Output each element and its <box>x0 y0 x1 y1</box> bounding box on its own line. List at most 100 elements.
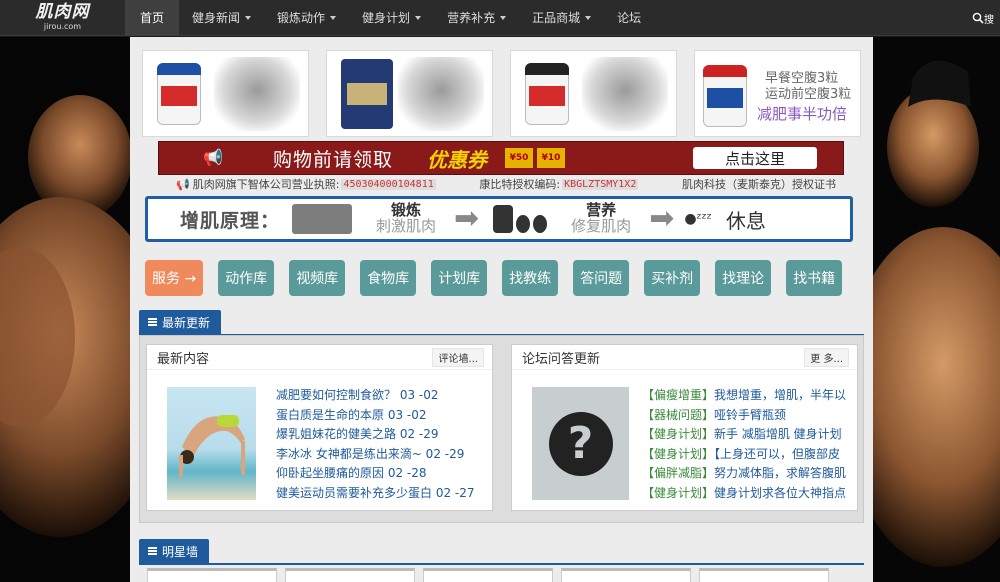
step-sub: 刺激肌肉 <box>376 217 437 235</box>
workout-figures-image <box>292 204 353 234</box>
yoga-photo <box>179 415 245 477</box>
business-licence-link[interactable]: 肌肉网旗下智体公司营业执照: <box>193 176 340 192</box>
product-banner-row: 早餐空腹3粒 运动前空腹3粒 减肥事半功倍 <box>142 50 861 137</box>
muscle-figure-image <box>582 57 668 131</box>
forum-item[interactable]: 【健身计划】【上身还可以，但腹部皮 <box>642 445 846 465</box>
forum-item[interactable]: 【偏胖减脂】努力减体脂，求解答腹肌 <box>642 464 846 484</box>
tag-find-theory[interactable]: 找理论 <box>715 260 772 296</box>
martial-artist-photo-right <box>873 37 1000 582</box>
product-jar-image <box>703 65 747 127</box>
star-wall-tab[interactable]: 明星墙 <box>139 539 210 563</box>
certificate-link[interactable]: 肌肉科技（麦斯泰克）授权证书 <box>682 176 836 192</box>
nav-label: 锻炼动作 <box>277 11 326 25</box>
news-item[interactable]: 蛋白质是生命的本原 03 -02 <box>276 406 475 426</box>
news-item[interactable]: 爆乳姐妹花的健美之路 02 -29 <box>276 425 475 445</box>
news-item[interactable]: 仰卧起坐腰痛的原因 02 -28 <box>276 464 475 484</box>
envelope-icon: ¥10 <box>537 148 566 168</box>
star-card[interactable] <box>699 568 829 582</box>
nav-shop[interactable]: 正品商城 <box>519 0 604 36</box>
product-ad-fat-burner[interactable]: 早餐空腹3粒 运动前空腹3粒 减肥事半功倍 <box>694 50 861 137</box>
product-ad-whey-isolate[interactable] <box>142 50 309 137</box>
forum-title: 我想增重，增肌，半年以 <box>714 388 847 402</box>
sleep-icon: ●ᶻᶻᶻ <box>684 211 712 227</box>
tag-answer-questions[interactable]: 答问题 <box>573 260 630 296</box>
top-navigation: 肌肉网 jirou.com 首页 健身新闻 锻炼动作 健身计划 营养补充 正品商… <box>0 0 1000 36</box>
news-item[interactable]: 李冰冰 女神都是练出来滴~ 02 -29 <box>276 445 475 465</box>
product-ad-mass-gainer[interactable] <box>510 50 677 137</box>
forum-title: 努力减体脂，求解答腹肌 <box>714 466 847 480</box>
tag-video-library[interactable]: 视频库 <box>289 260 346 296</box>
news-item[interactable]: 健美运动员需要补充多少蛋白 02 -27 <box>276 484 475 504</box>
tag-find-coach[interactable]: 找教练 <box>502 260 559 296</box>
product-ad-whey-protein[interactable] <box>326 50 493 137</box>
news-item[interactable]: 减肥要如何控制食欲？ 03 -02 <box>276 386 475 406</box>
envelope-icon: ¥50 <box>505 148 534 168</box>
authorization-label[interactable]: 康比特授权编码: <box>479 176 560 192</box>
panel-title: 论坛问答更新 <box>522 351 601 367</box>
forum-title: 【上身还可以，但腹部皮 <box>714 446 841 461</box>
star-wall-cards <box>147 568 829 582</box>
nav-label: 正品商城 <box>532 11 581 25</box>
star-card[interactable] <box>561 568 691 582</box>
forum-item[interactable]: 【健身计划】健身计划求各位大神指点 <box>642 484 846 504</box>
ad-slogan: 减肥事半功倍 <box>757 105 848 123</box>
main-content: 早餐空腹3粒 运动前空腹3粒 减肥事半功倍 📢 购物前请领取 优惠券 ¥50 ¥… <box>130 37 873 582</box>
search-button[interactable]: 搜 <box>972 0 1000 36</box>
forum-title: 新手 减脂增肌 健身计划 <box>714 427 842 441</box>
forum-thumbnail[interactable]: ? <box>532 387 629 500</box>
forum-category: 【健身计划】 <box>642 485 715 500</box>
section-title: 明星墙 <box>162 544 199 559</box>
site-logo[interactable]: 肌肉网 jirou.com <box>0 0 125 36</box>
chevron-down-icon <box>585 15 592 20</box>
principle-title: 增肌原理： <box>180 209 281 232</box>
tag-find-books[interactable]: 找书籍 <box>786 260 843 296</box>
authorization-code: KBGLZTSMY1X2 <box>562 178 639 190</box>
latest-news-list: 减肥要如何控制食欲？ 03 -02 蛋白质是生命的本原 03 -02 爆乳姐妹花… <box>276 386 475 503</box>
nav-exercises[interactable]: 锻炼动作 <box>264 0 349 36</box>
tag-exercise-library[interactable]: 动作库 <box>218 260 275 296</box>
service-button[interactable]: 服务 → <box>145 260 204 296</box>
nav-plans[interactable]: 健身计划 <box>349 0 434 36</box>
muscle-principle-banner: 增肌原理： 锻炼 刺激肌肉 ➡ 营养 修复肌肉 ➡ ●ᶻᶻᶻ 休息 <box>145 196 853 242</box>
nav-nutrition[interactable]: 营养补充 <box>434 0 519 36</box>
latest-updates-tab[interactable]: 最新更新 <box>139 310 222 334</box>
more-link[interactable]: 更 多... <box>804 347 849 367</box>
nav-label: 论坛 <box>617 11 642 25</box>
tag-buy-supplements[interactable]: 买补剂 <box>644 260 701 296</box>
comment-wall-link[interactable]: 评论墙... <box>432 347 484 367</box>
latest-content-panel: 最新内容 评论墙... 减肥要如何控制食欲？ 03 -02 蛋白质是生命的本原 … <box>146 344 493 511</box>
coupon-text: 购物前请领取 <box>273 148 394 171</box>
logo-domain: jirou.com <box>43 22 82 31</box>
forum-item[interactable]: 【偏瘦增重】我想增重，增肌，半年以 <box>642 386 846 406</box>
star-card[interactable] <box>147 568 277 582</box>
step-rest: 休息 <box>725 208 766 233</box>
panel-title: 最新内容 <box>157 351 210 367</box>
forum-category: 【器械问题】 <box>642 407 715 422</box>
ad-text: 运动前空腹3粒 <box>765 87 852 102</box>
star-card[interactable] <box>285 568 415 582</box>
tag-food-library[interactable]: 食物库 <box>360 260 417 296</box>
section-divider <box>139 563 864 565</box>
chevron-down-icon <box>415 15 422 20</box>
nav-label: 首页 <box>140 11 165 25</box>
forum-title: 健身计划求各位大神指点 <box>714 485 847 500</box>
forum-item[interactable]: 【器械问题】哑铃手臂瓶颈 <box>642 406 846 426</box>
nav-label: 健身计划 <box>362 11 411 25</box>
tag-plan-library[interactable]: 计划库 <box>431 260 488 296</box>
coupon-click-button[interactable]: 点击这里 <box>693 147 817 169</box>
news-thumbnail-image[interactable] <box>167 387 256 500</box>
forum-category: 【健身计划】 <box>642 427 715 441</box>
menu-icon <box>148 317 157 327</box>
search-label: 搜 <box>984 14 994 26</box>
forum-item[interactable]: 【健身计划】新手 减脂增肌 健身计划 <box>642 425 846 445</box>
chevron-down-icon <box>245 15 252 20</box>
nav-fitness-news[interactable]: 健身新闻 <box>179 0 264 36</box>
licence-bar: 📢 肌肉网旗下智体公司营业执照: 450304000104811 康比特授权编码… <box>176 176 836 192</box>
nav-forum[interactable]: 论坛 <box>604 0 654 36</box>
forum-category: 【健身计划】 <box>642 446 715 461</box>
nav-home[interactable]: 首页 <box>125 0 180 36</box>
product-jar-image <box>525 63 569 125</box>
latest-updates-panel: 最新内容 评论墙... 减肥要如何控制食欲？ 03 -02 蛋白质是生命的本原 … <box>139 335 864 523</box>
coupon-banner[interactable]: 📢 购物前请领取 优惠券 ¥50 ¥10 点击这里 <box>158 141 844 175</box>
star-card[interactable] <box>423 568 553 582</box>
